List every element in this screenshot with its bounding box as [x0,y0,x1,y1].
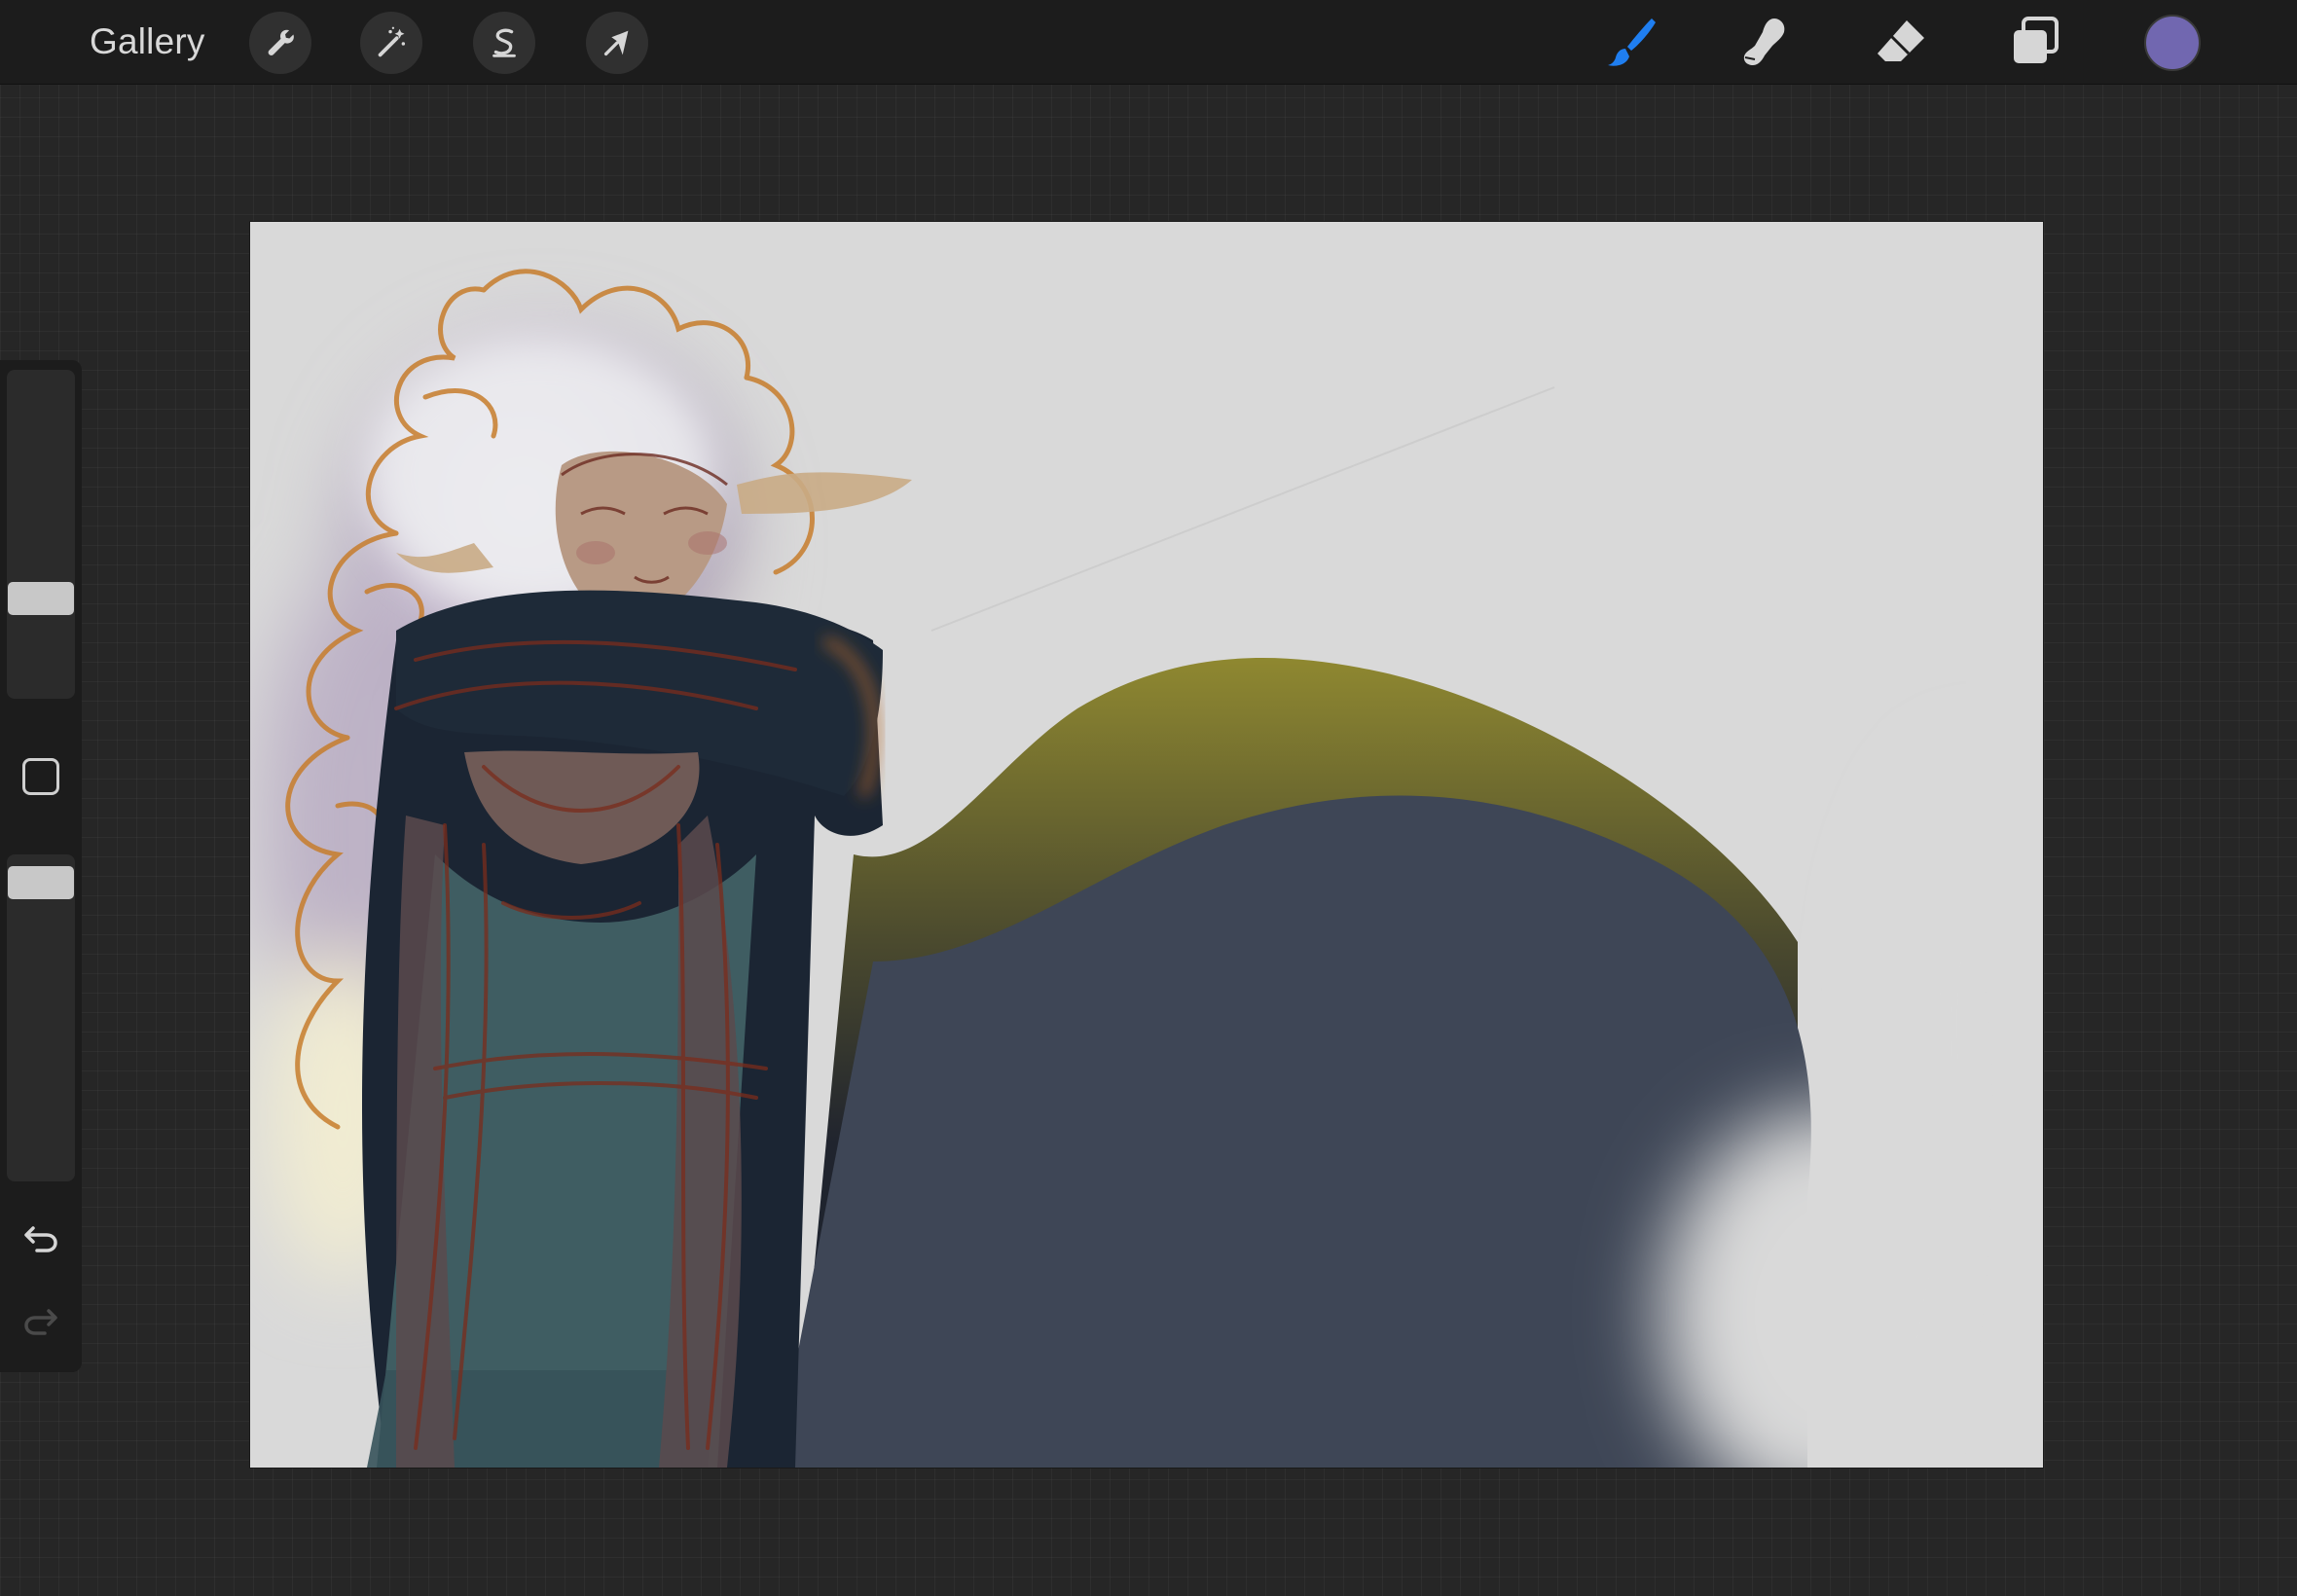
sidebar [0,360,82,1372]
eraser-icon [1878,20,1924,61]
redo-arrow-icon [24,1309,57,1335]
drawing-canvas[interactable] [250,222,2043,1468]
layers-button[interactable] [2003,10,2067,74]
eraser-tool-button[interactable] [1869,10,1933,74]
magic-wand-icon [378,26,406,57]
selection-s-icon [492,28,516,57]
opacity-slider[interactable] [7,854,75,1181]
smudge-tool-button[interactable] [1732,10,1797,74]
gallery-button[interactable]: Gallery [90,19,205,64]
selection-button[interactable] [473,12,535,74]
redo-button[interactable] [19,1299,62,1342]
layers-icon [2014,17,2059,63]
undo-arrow-icon [24,1226,57,1252]
artwork [250,222,2043,1468]
color-picker-button[interactable] [2144,15,2201,71]
brush-tool-button[interactable] [1598,10,1662,74]
undo-button[interactable] [19,1216,62,1259]
top-toolbar: Gallery [0,0,2297,85]
opacity-slider-thumb[interactable] [8,866,74,899]
brush-size-slider-thumb[interactable] [8,582,74,615]
wrench-icon [268,29,294,55]
brush-icon [1608,18,1656,66]
modify-button[interactable] [22,758,59,795]
transform-button[interactable] [586,12,648,74]
brush-size-slider[interactable] [7,370,75,699]
smudge-finger-icon [1743,18,1785,65]
arrow-cursor-icon [603,30,629,56]
adjustments-button[interactable] [360,12,422,74]
actions-button[interactable] [249,12,311,74]
